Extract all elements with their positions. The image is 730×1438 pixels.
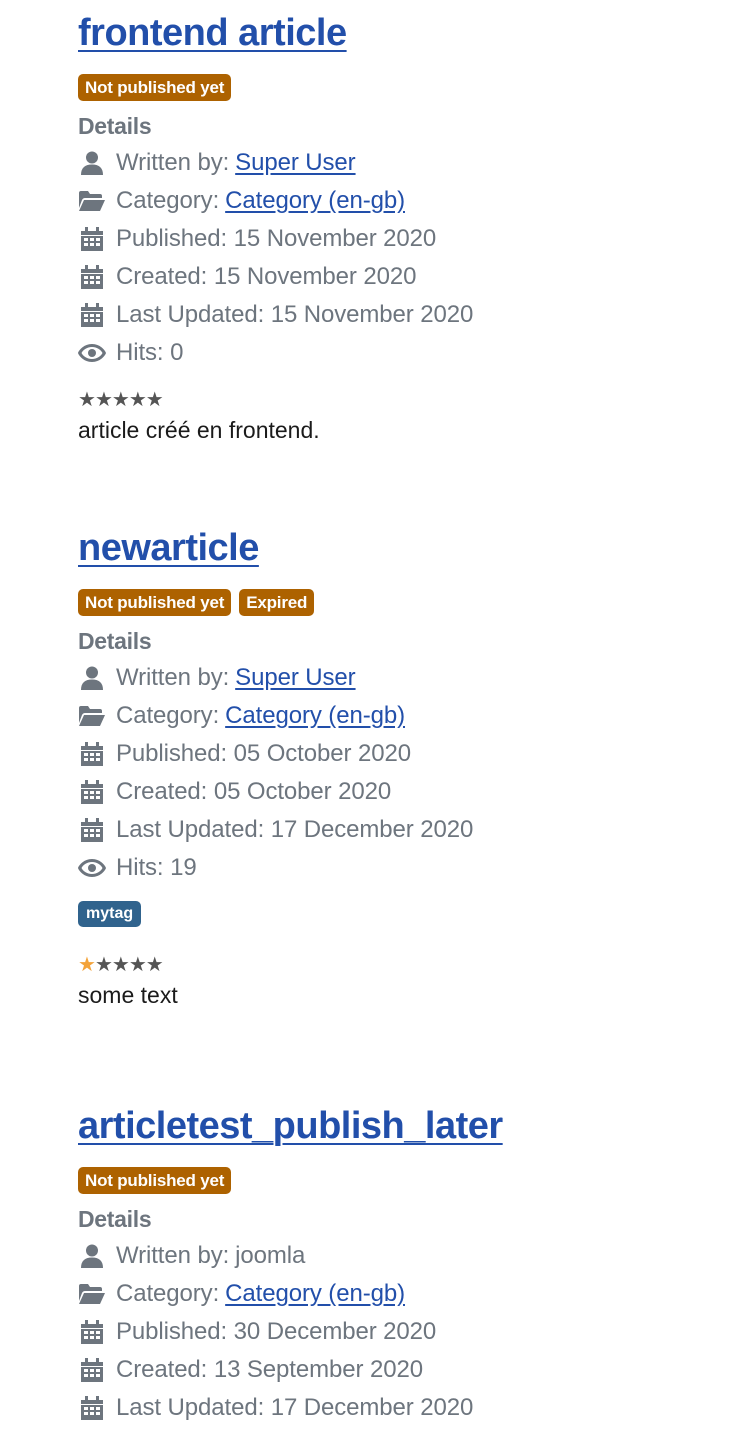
category-link[interactable]: Category (en-gb) [225, 1280, 405, 1308]
category-row: Category: Category (en-gb) [78, 697, 710, 735]
created-row: Created: 05 October 2020 [78, 773, 710, 811]
author-label: Written by: [116, 149, 230, 176]
calendar-icon [78, 265, 106, 289]
author-label: Written by: [116, 1242, 230, 1269]
status-badge-not-published: Not published yet [78, 74, 232, 101]
status-badge-expired: Expired [239, 589, 315, 616]
created-row: Created: 13 September 2020 [78, 1351, 710, 1389]
calendar-icon [78, 780, 106, 804]
eye-icon [78, 856, 106, 880]
created-date: Created: 05 October 2020 [116, 778, 392, 805]
hits-row: Hits: 19 [78, 849, 710, 887]
status-badges: Not published yet Expired [78, 589, 710, 616]
created-date: Created: 15 November 2020 [116, 263, 417, 290]
details-heading: Details [78, 113, 152, 139]
author-label: Written by: [116, 664, 230, 691]
article-title-link[interactable]: newarticle [78, 527, 259, 569]
rating-star: ★ [128, 954, 147, 976]
rating-star: ★ [145, 954, 164, 976]
category-label: Category: [116, 187, 220, 214]
published-row: Published: 05 October 2020 [78, 735, 710, 773]
article-intro: article créé en frontend. [78, 417, 320, 443]
author-link[interactable]: Super User [235, 664, 355, 692]
author-row: Written by: joomla [78, 1237, 710, 1275]
published-date: Published: 30 December 2020 [116, 1318, 437, 1345]
folder-open-icon [78, 704, 106, 728]
calendar-icon [78, 1396, 106, 1420]
article-title-link[interactable]: frontend article [78, 12, 347, 54]
details-heading: Details [78, 1206, 152, 1232]
created-date: Created: 13 September 2020 [116, 1356, 423, 1383]
user-icon [78, 666, 106, 690]
tags: mytag [78, 901, 710, 927]
article-title: frontend article [78, 14, 710, 52]
updated-date: Last Updated: 15 November 2020 [116, 301, 474, 328]
updated-row: Last Updated: 17 December 2020 [78, 1389, 710, 1427]
article-item: newarticle Not published yet Expired Det… [78, 529, 710, 1009]
published-row: Published: 30 December 2020 [78, 1313, 710, 1351]
hits-count: Hits: 0 [116, 339, 184, 366]
published-date: Published: 05 October 2020 [116, 740, 411, 767]
rating-star: ★ [111, 389, 130, 411]
category-link[interactable]: Category (en-gb) [225, 702, 405, 730]
rating-star: ★ [94, 954, 113, 976]
status-badges: Not published yet [78, 74, 710, 101]
rating-stars: ★★★★★ [78, 955, 710, 975]
author-link[interactable]: Super User [235, 149, 355, 177]
calendar-icon [78, 818, 106, 842]
category-label: Category: [116, 1280, 220, 1307]
author-name: joomla [235, 1242, 306, 1269]
category-link[interactable]: Category (en-gb) [225, 187, 405, 215]
rating-star: ★ [94, 389, 113, 411]
updated-row: Last Updated: 15 November 2020 [78, 296, 710, 334]
published-date: Published: 15 November 2020 [116, 225, 437, 252]
category-row: Category: Category (en-gb) [78, 182, 710, 220]
article-item: articletest_publish_later Not published … [78, 1107, 710, 1427]
calendar-icon [78, 742, 106, 766]
rating-star: ★ [111, 954, 130, 976]
article-title: articletest_publish_later [78, 1107, 710, 1145]
updated-date: Last Updated: 17 December 2020 [116, 816, 474, 843]
folder-open-icon [78, 1282, 106, 1306]
author-row: Written by: Super User [78, 659, 710, 697]
calendar-icon [78, 1358, 106, 1382]
calendar-icon [78, 227, 106, 251]
article-list: frontend article Not published yet Detai… [0, 0, 730, 1438]
hits-count: Hits: 19 [116, 854, 197, 881]
article-title: newarticle [78, 529, 710, 567]
folder-open-icon [78, 189, 106, 213]
status-badge-not-published: Not published yet [78, 1167, 232, 1194]
hits-row: Hits: 0 [78, 334, 710, 372]
category-label: Category: [116, 702, 220, 729]
author-row: Written by: Super User [78, 144, 710, 182]
tag-link[interactable]: mytag [78, 901, 142, 927]
details-heading: Details [78, 628, 152, 654]
category-row: Category: Category (en-gb) [78, 1275, 710, 1313]
status-badges: Not published yet [78, 1167, 710, 1194]
updated-row: Last Updated: 17 December 2020 [78, 811, 710, 849]
article-item: frontend article Not published yet Detai… [78, 14, 710, 444]
eye-icon [78, 341, 106, 365]
user-icon [78, 1244, 106, 1268]
rating-stars: ★★★★★ [78, 390, 710, 410]
rating-star: ★ [78, 954, 96, 976]
calendar-icon [78, 1320, 106, 1344]
rating-star: ★ [78, 389, 96, 411]
article-intro: some text [78, 982, 178, 1008]
user-icon [78, 151, 106, 175]
rating-star: ★ [145, 389, 164, 411]
published-row: Published: 15 November 2020 [78, 220, 710, 258]
status-badge-not-published: Not published yet [78, 589, 232, 616]
article-title-link[interactable]: articletest_publish_later [78, 1105, 503, 1147]
calendar-icon [78, 303, 106, 327]
updated-date: Last Updated: 17 December 2020 [116, 1394, 474, 1421]
created-row: Created: 15 November 2020 [78, 258, 710, 296]
rating-star: ★ [128, 389, 147, 411]
